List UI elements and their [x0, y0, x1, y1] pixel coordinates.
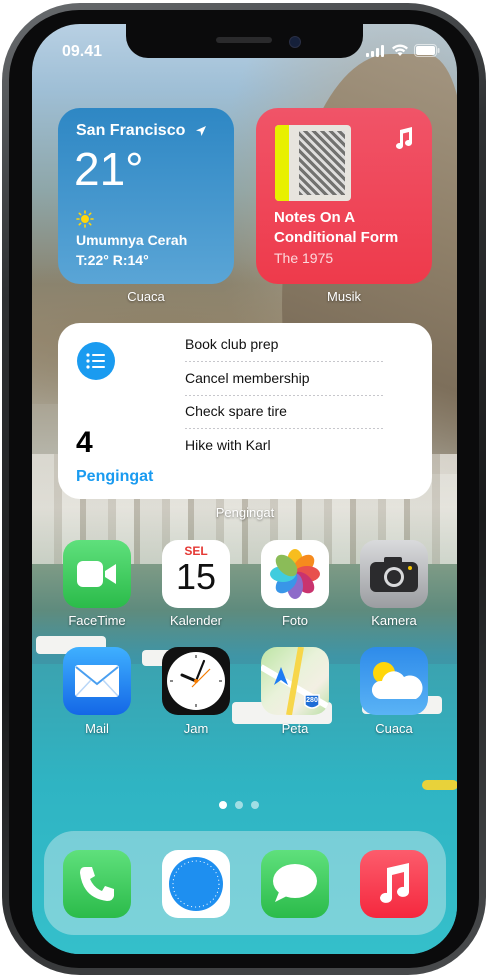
reminder-item[interactable]: Cancel membership — [185, 370, 310, 386]
weather-city: San Francisco — [76, 122, 186, 139]
weather-app-label: Cuaca — [375, 721, 413, 736]
mail-label: Mail — [85, 721, 109, 736]
messages-icon — [273, 864, 317, 902]
reminders-list-icon — [77, 342, 115, 380]
messages-app[interactable] — [261, 850, 329, 918]
safari-app[interactable] — [162, 850, 230, 918]
wifi-icon — [392, 44, 408, 56]
weather-widget-label: Cuaca — [127, 289, 165, 304]
page-indicator[interactable] — [215, 796, 263, 814]
maps-road-number: 280 — [306, 697, 318, 704]
earpiece-speaker — [216, 37, 272, 43]
weather-high-low: T:22° R:14° — [76, 252, 149, 268]
safari-icon — [169, 857, 223, 911]
front-camera — [289, 36, 301, 48]
phone-icon — [80, 867, 114, 901]
music-note-icon — [396, 127, 412, 149]
page-dot[interactable] — [251, 801, 259, 809]
facetime-icon — [77, 561, 116, 587]
maps-app[interactable]: 280 — [261, 647, 329, 715]
reminders-widget-label: Pengingat — [215, 505, 275, 520]
music-widget-label: Musik — [327, 289, 361, 304]
maps-icon — [261, 647, 329, 715]
calendar-label: Kalender — [169, 613, 223, 628]
photos-app[interactable] — [261, 540, 329, 608]
music-widget[interactable]: Notes On A Conditional Form The 1975 — [256, 108, 432, 284]
sun-icon — [76, 210, 94, 228]
weather-widget[interactable]: San Francisco 21° Umumnya Cerah T:22° R:… — [58, 108, 234, 284]
page-dot-active[interactable] — [219, 801, 227, 809]
phone-app[interactable] — [63, 850, 131, 918]
battery-icon — [414, 44, 440, 57]
weather-temperature: 21° — [74, 143, 144, 195]
facetime-label: FaceTime — [68, 613, 126, 628]
camera-icon — [370, 557, 418, 592]
music-artist: The 1975 — [274, 250, 334, 266]
reminders-count: 4 — [76, 426, 93, 459]
mail-app[interactable] — [63, 647, 131, 715]
calendar-date: 15 — [175, 556, 217, 597]
weather-app[interactable] — [360, 647, 428, 715]
page-dot[interactable] — [235, 801, 243, 809]
reminders-title: Pengingat — [76, 468, 154, 485]
divider — [185, 428, 384, 429]
reminder-item[interactable]: Book club prep — [185, 336, 278, 352]
music-song-title: Notes On A Conditional Form — [274, 209, 399, 246]
divider — [185, 361, 384, 362]
clock-label: Jam — [183, 721, 209, 736]
music-app[interactable] — [360, 850, 428, 918]
maps-label: Peta — [281, 721, 309, 736]
facetime-app[interactable] — [63, 540, 131, 608]
calendar-app[interactable]: SEL 15 — [162, 540, 230, 608]
weather-icon — [371, 662, 423, 699]
divider — [185, 395, 384, 396]
location-arrow-icon — [196, 126, 206, 136]
status-time: 09.41 — [62, 43, 103, 60]
mail-icon — [75, 665, 119, 697]
photos-icon — [270, 549, 320, 599]
reminders-widget[interactable]: 4 Pengingat Book club prep Cancel member… — [58, 323, 432, 499]
clock-app[interactable] — [162, 647, 230, 715]
reminder-item[interactable]: Check spare tire — [185, 403, 287, 419]
camera-app[interactable] — [360, 540, 428, 608]
clock-icon — [167, 652, 225, 710]
weather-condition: Umumnya Cerah — [76, 232, 188, 248]
cellular-signal-icon — [366, 45, 384, 57]
photos-label: Foto — [281, 613, 308, 628]
music-icon — [380, 863, 409, 903]
reminder-item[interactable]: Hike with Karl — [185, 437, 271, 453]
wallpaper-kayak — [422, 780, 457, 790]
camera-label: Kamera — [371, 613, 417, 628]
album-art — [275, 125, 351, 201]
